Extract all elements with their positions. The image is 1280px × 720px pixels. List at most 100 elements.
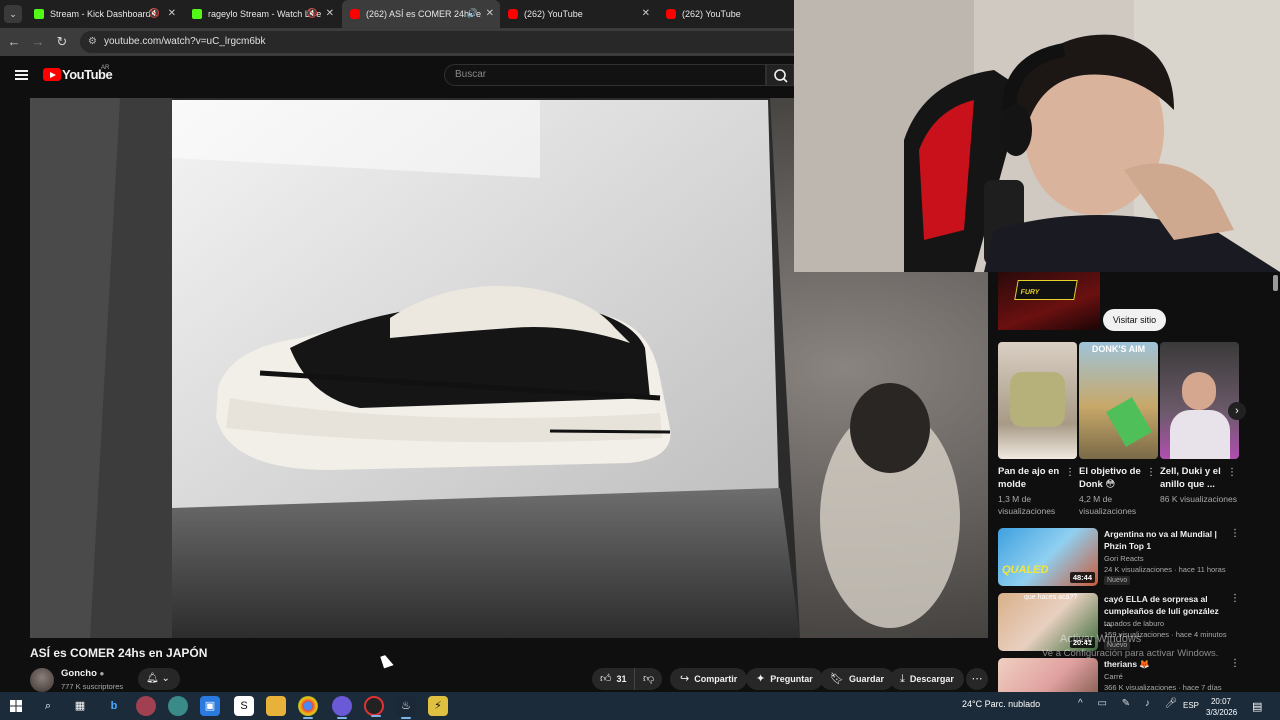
back-arrow-icon[interactable]: ← (6, 34, 22, 50)
discord-icon[interactable] (332, 696, 352, 719)
short-thumbnail[interactable] (998, 342, 1077, 459)
search-input[interactable]: Buscar (444, 64, 766, 86)
weather-widget[interactable]: 24°C Parc. nublado (962, 699, 1040, 709)
save-label: Guardar (848, 674, 884, 684)
more-actions-button[interactable]: ⋯ (966, 668, 988, 690)
muted-speaker-icon[interactable]: 🔇 (149, 8, 160, 19)
store-icon[interactable]: ▣ (200, 696, 220, 716)
video-title[interactable]: therians 🦊 (1104, 658, 1226, 670)
browser-tab-rageylo-stream[interactable]: rageylo Stream - Watch Live 🔇 ✕ (184, 0, 340, 28)
app-icon[interactable] (136, 696, 156, 716)
recommendations-sidebar: FURY Visitar sitio Pan de ajo en molde 1… (990, 272, 1280, 692)
visit-site-button[interactable]: Visitar sitio (1103, 309, 1166, 331)
address-bar[interactable]: ⚙ youtube.com/watch?v=uC_lrgcm6bk (80, 31, 794, 53)
streamer-webcam-image (794, 0, 1280, 272)
video-thumbnail[interactable]: QUALED 48:44 (998, 528, 1098, 586)
thumbs-down-icon: 👎︎ (643, 673, 655, 685)
more-options-icon[interactable]: ⋮ (1230, 528, 1240, 539)
like-count: 31 (616, 674, 627, 684)
share-button[interactable]: ↪ Compartir (670, 668, 748, 690)
url-text[interactable]: youtube.com/watch?v=uC_lrgcm6bk (104, 36, 265, 47)
short-title[interactable]: Pan de ajo en molde (998, 465, 1062, 491)
tab-close-icon[interactable]: ✕ (326, 8, 334, 19)
short-thumbnail[interactable]: DONK'S AIM (1079, 342, 1158, 459)
steam-icon[interactable]: ♨ (396, 696, 416, 719)
obs-icon[interactable] (364, 696, 384, 717)
short-item[interactable]: Zell, Duki y el anillo que ... 86 K visu… (1160, 342, 1239, 505)
app-icon[interactable]: S (234, 696, 254, 716)
clock[interactable]: 20:07 3/3/2026 (1206, 696, 1237, 718)
tab-close-icon[interactable]: ✕ (486, 8, 494, 19)
channel-name-main[interactable]: Goncho ● (61, 668, 104, 679)
short-item[interactable]: Pan de ajo en molde 1,3 M de visualizaci… (998, 342, 1077, 517)
channel-name[interactable]: Carré (1104, 672, 1123, 681)
video-title[interactable]: Argentina no va al Mundial | Phzin Top 1 (1104, 528, 1226, 552)
tab-label: rageylo Stream - Watch Live (208, 9, 322, 19)
new-badge: Nuevo (1104, 576, 1131, 585)
task-view-icon[interactable]: ▦ (70, 696, 90, 716)
tab-close-icon[interactable]: ✕ (168, 8, 176, 19)
more-options-icon[interactable]: ⋮ (1227, 467, 1237, 478)
more-horizontal-icon: ⋯ (971, 673, 983, 685)
notification-center-icon[interactable]: ▤ (1252, 700, 1262, 713)
page-scrollbar[interactable] (1273, 275, 1278, 291)
search-icon[interactable]: ⌕ (38, 696, 58, 716)
tab-close-icon[interactable]: ✕ (642, 8, 650, 19)
chrome-icon[interactable] (298, 696, 318, 719)
channel-name[interactable]: tapados de laburo (1104, 619, 1164, 628)
notification-bell-button[interactable]: 🔔︎ ⌄ (138, 668, 180, 690)
short-thumbnail[interactable] (1160, 342, 1239, 459)
app-icon[interactable] (168, 696, 188, 716)
short-title[interactable]: El objetivo de Donk 😳 (1079, 465, 1143, 491)
youtube-logo-icon[interactable] (43, 68, 61, 81)
more-options-icon[interactable]: ⋮ (1230, 658, 1238, 669)
download-label: Descargar (909, 674, 954, 684)
channel-avatar[interactable] (30, 668, 54, 692)
thumbnail-overlay-text: QUALED (1002, 564, 1049, 576)
video-meta: 366 K visualizaciones · hace 7 días (1104, 683, 1222, 692)
windows-start-icon[interactable] (6, 696, 26, 716)
browser-toolbar: ← → ↻ ⚙ youtube.com/watch?v=uC_lrgcm6bk (0, 28, 794, 56)
ram-stick-image: FURY (1014, 280, 1078, 300)
more-options-icon[interactable]: ⋮ (1146, 467, 1156, 478)
browser-tab-kick-dashboard[interactable]: Stream - Kick Dashboard 🔇 ✕ (26, 0, 182, 28)
search-button[interactable] (766, 64, 794, 86)
save-button[interactable]: 🔖︎ Guardar (820, 668, 894, 690)
more-options-icon[interactable]: ⋮ (1065, 467, 1075, 478)
browser-tab-youtube-1[interactable]: (262) YouTube ✕ (500, 0, 656, 28)
webcam-overlay (794, 0, 1280, 272)
tab-search-dropdown-icon[interactable]: ⌄ (4, 5, 22, 23)
browser-tab-youtube-2[interactable]: (262) YouTube (658, 0, 794, 28)
country-code: AR (101, 65, 110, 71)
recommended-video[interactable]: QUALED 48:44 Argentina no va al Mundial … (998, 528, 1240, 586)
ad-thumbnail[interactable]: FURY (998, 272, 1100, 330)
system-tray-icons[interactable]: ^ ▭ ✎ ♪ 🎤︎ (1078, 698, 1183, 709)
like-button[interactable]: 👍︎ 31 (592, 668, 634, 690)
channel-name-text[interactable]: Goncho (61, 668, 97, 679)
recommended-video[interactable]: therians 🦊 Carré 366 K visualizaciones ·… (998, 658, 1238, 692)
muted-speaker-icon[interactable]: 🔇 (307, 8, 318, 19)
youtube-favicon-icon (350, 9, 360, 19)
dislike-button[interactable]: 👎︎ (634, 668, 662, 690)
activate-windows-subtitle: Ve a Configuración para activar Windows. (1042, 648, 1219, 659)
video-title-main: ASÍ es COMER 24hs en JAPÓN (30, 646, 208, 660)
language-indicator[interactable]: ESP (1183, 701, 1199, 710)
browser-tab-active-video[interactable]: (262) ASÍ es COMER 24hs e 🔊 ✕ (342, 0, 500, 28)
ask-button[interactable]: ✦ Preguntar (746, 668, 823, 690)
channel-name[interactable]: Gori Reacts (1104, 554, 1144, 563)
chevron-right-icon[interactable]: › (1228, 402, 1246, 420)
bing-icon[interactable]: b (104, 696, 124, 716)
download-button[interactable]: ⤓ Descargar (890, 668, 964, 690)
file-explorer-icon[interactable] (266, 696, 286, 716)
reload-icon[interactable]: ↻ (54, 34, 70, 50)
video-thumbnail[interactable] (998, 658, 1098, 692)
more-options-icon[interactable]: ⋮ (1230, 593, 1240, 604)
app-icon[interactable]: ⚡ (428, 696, 448, 716)
share-icon: ↪ (680, 673, 690, 685)
short-title[interactable]: Zell, Duki y el anillo que ... (1160, 465, 1224, 491)
menu-hamburger-icon[interactable] (15, 70, 28, 80)
site-info-icon[interactable]: ⚙ (88, 36, 97, 47)
short-item[interactable]: DONK'S AIM El objetivo de Donk 😳 4,2 M d… (1079, 342, 1158, 517)
forward-arrow-icon[interactable]: → (30, 34, 46, 50)
speaker-icon[interactable]: 🔊 (467, 8, 478, 19)
